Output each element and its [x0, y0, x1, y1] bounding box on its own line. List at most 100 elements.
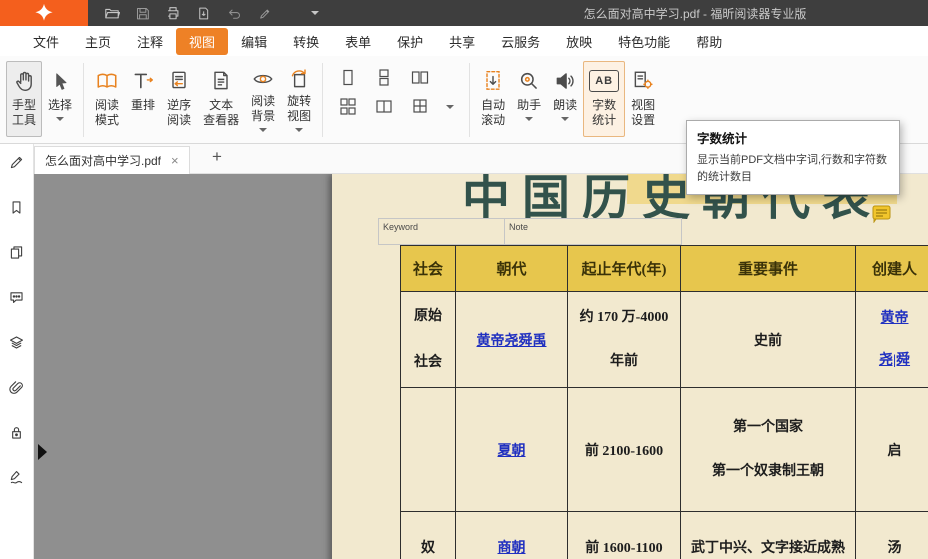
comments-icon[interactable] [8, 288, 25, 306]
word-count-tooltip: 字数统计 显示当前PDF文档中字词,行数和字符数的统计数目 [686, 120, 900, 195]
reverse-read-label: 逆序 阅读 [167, 98, 191, 128]
single-page-icon[interactable] [338, 68, 358, 87]
tab-cloud[interactable]: 云服务 [488, 28, 553, 55]
founder-link[interactable]: 黄帝 尧|舜 [879, 311, 910, 368]
layers-icon[interactable] [8, 333, 25, 351]
cell-founder: 汤 [856, 512, 928, 559]
pdf-page[interactable]: 中国历史朝代表 Keyword Note 社会 朝代 起止年代(年) 重要事件 … [332, 174, 928, 559]
title-bar: 怎么面对高中学习.pdf - 福昕阅读器专业版 [0, 0, 928, 26]
ribbon-tab-bar: 文件 主页 注释 视图 编辑 转换 表单 保护 共享 云服务 放映 特色功能 帮… [0, 26, 928, 56]
security-lock-icon[interactable] [8, 423, 25, 441]
table-row: 夏朝 前 2100-1600 第一个国家 第一个奴隶制王朝 启 [401, 388, 928, 512]
sidebar-expand-handle[interactable] [38, 444, 47, 460]
document-tab[interactable]: 怎么面对高中学习.pdf × [34, 146, 190, 174]
select-tool-label: 选择 [48, 98, 72, 113]
bookmark-icon[interactable] [8, 198, 25, 216]
cell-event: 武丁中兴、文字接近成熟 [681, 512, 856, 559]
view-settings-icon [631, 66, 655, 96]
text-viewer-label: 文本 查看器 [203, 98, 239, 128]
view-settings-button[interactable]: 视图 设置 [625, 61, 661, 137]
keyword-label: Keyword [383, 222, 418, 232]
tooltip-body: 显示当前PDF文档中字词,行数和字符数的统计数目 [697, 152, 889, 185]
eye-icon [251, 66, 275, 92]
window-title: 怎么面对高中学习.pdf - 福昕阅读器专业版 [470, 5, 920, 22]
table-row: 奴 商朝 前 1600-1100 武丁中兴、文字接近成熟 汤 [401, 512, 928, 559]
more-layout-icon[interactable] [410, 97, 430, 116]
export-icon[interactable] [196, 6, 211, 21]
auto-scroll-label: 自动 滚动 [481, 98, 505, 128]
tab-edit[interactable]: 编辑 [228, 28, 280, 55]
cursor-icon [49, 66, 71, 96]
attachment-paperclip-icon[interactable] [8, 378, 25, 396]
tab-comment[interactable]: 注释 [124, 28, 176, 55]
customize-toolbar-dropdown-icon[interactable] [311, 11, 319, 15]
signature-icon[interactable] [8, 468, 25, 486]
sticky-note-icon[interactable] [872, 205, 892, 228]
assistant-button[interactable]: 助手 [511, 61, 547, 137]
facing-pages-icon[interactable] [410, 68, 430, 87]
reverse-page-icon [167, 66, 191, 96]
book-icon [95, 66, 119, 96]
foxit-logo [0, 0, 88, 26]
tab-present[interactable]: 放映 [553, 28, 605, 55]
rotate-page-icon [287, 66, 311, 92]
print-icon[interactable] [165, 5, 181, 21]
tab-home[interactable]: 主页 [72, 28, 124, 55]
document-tab-title: 怎么面对高中学习.pdf [45, 152, 161, 169]
chevron-down-icon[interactable] [446, 105, 454, 109]
word-count-button[interactable]: AB 字数 统计 [583, 61, 625, 137]
cell-society: 原始 社会 [401, 292, 456, 388]
read-aloud-button[interactable]: 朗读 [547, 61, 583, 137]
cell-period: 前 2100-1600 [568, 388, 681, 512]
edit-pencil-icon[interactable] [8, 153, 25, 171]
read-background-button[interactable]: 阅读 背景 [245, 61, 281, 137]
tab-protect[interactable]: 保护 [384, 28, 436, 55]
chevron-down-icon [525, 117, 533, 121]
dynasty-link[interactable]: 夏朝 [498, 444, 526, 459]
chevron-down-icon [56, 117, 64, 121]
tab-view[interactable]: 视图 [176, 28, 228, 55]
col-header-founder: 创建人 [856, 246, 928, 292]
tab-share[interactable]: 共享 [436, 28, 488, 55]
read-mode-button[interactable]: 阅读 模式 [89, 61, 125, 137]
tab-features[interactable]: 特色功能 [605, 28, 683, 55]
tab-convert[interactable]: 转换 [280, 28, 332, 55]
read-background-label: 阅读 背景 [251, 94, 275, 124]
hand-icon [12, 66, 36, 96]
pages-icon[interactable] [8, 243, 25, 261]
reflow-text-icon [131, 66, 155, 96]
new-tab-button[interactable]: + [212, 148, 222, 165]
save-icon[interactable] [135, 6, 150, 21]
hand-tool-button[interactable]: 手型 工具 [6, 61, 42, 137]
cell-period: 约 170 万-4000 年前 [568, 292, 681, 388]
chevron-down-icon [561, 117, 569, 121]
rotate-view-button[interactable]: 旋转 视图 [281, 61, 317, 137]
continuous-page-icon[interactable] [374, 68, 394, 87]
tab-help[interactable]: 帮助 [683, 28, 735, 55]
document-canvas[interactable]: 中国历史朝代表 Keyword Note 社会 朝代 起止年代(年) 重要事件 … [34, 174, 928, 559]
cell-dynasty: 商朝 [456, 512, 568, 559]
dynasty-link[interactable]: 黄帝尧舜禹 [477, 334, 547, 349]
continuous-facing-icon[interactable] [338, 97, 358, 116]
tab-file[interactable]: 文件 [20, 28, 72, 55]
text-document-icon [209, 66, 233, 96]
book-view-icon[interactable] [374, 97, 394, 116]
reflow-button[interactable]: 重排 [125, 61, 161, 137]
magnifier-icon [517, 66, 541, 96]
dynasty-link[interactable]: 商朝 [498, 541, 526, 556]
cell-founder: 启 [856, 388, 928, 512]
undo-icon[interactable] [226, 5, 242, 21]
navigation-sidebar [0, 144, 34, 559]
auto-scroll-button[interactable]: 自动 滚动 [475, 61, 511, 137]
strip-divider [504, 219, 505, 244]
cell-founder: 黄帝 尧|舜 [856, 292, 928, 388]
select-tool-button[interactable]: 选择 [42, 61, 78, 137]
auto-scroll-icon [481, 66, 505, 96]
close-tab-icon[interactable]: × [171, 154, 179, 167]
text-viewer-button[interactable]: 文本 查看器 [197, 61, 245, 137]
sign-pen-icon[interactable] [257, 6, 272, 21]
tab-form[interactable]: 表单 [332, 28, 384, 55]
open-icon[interactable] [104, 5, 120, 21]
reverse-read-button[interactable]: 逆序 阅读 [161, 61, 197, 137]
ribbon-separator [469, 63, 470, 137]
